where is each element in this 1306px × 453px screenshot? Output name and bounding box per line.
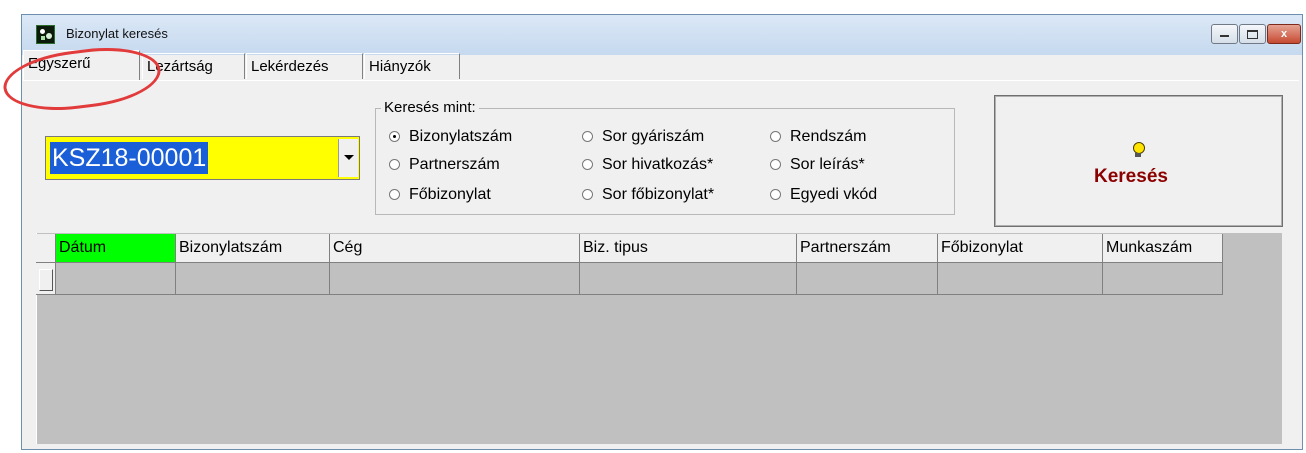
search-button[interactable] bbox=[994, 95, 1283, 227]
row-indicator[interactable] bbox=[36, 263, 56, 295]
table-cell[interactable] bbox=[330, 263, 580, 295]
tab-lezartsag[interactable]: Lezártság bbox=[142, 53, 245, 79]
lightbulb-base bbox=[1135, 153, 1141, 157]
table-cell[interactable] bbox=[176, 263, 330, 295]
column-header-partnerszam[interactable]: Partnerszám bbox=[797, 234, 938, 263]
column-header-ceg[interactable]: Cég bbox=[330, 234, 580, 263]
table-cell[interactable] bbox=[938, 263, 1103, 295]
maximize-icon bbox=[1247, 30, 1258, 39]
radio-icon bbox=[389, 189, 400, 200]
radio-fobizonylat[interactable]: Főbizonylat bbox=[389, 185, 491, 205]
radio-selected-icon bbox=[389, 131, 400, 142]
combo-dropdown-button[interactable] bbox=[338, 139, 358, 177]
radio-rendszam[interactable]: Rendszám bbox=[770, 127, 866, 147]
radio-icon bbox=[770, 159, 781, 170]
table-cell[interactable] bbox=[1103, 263, 1223, 295]
tab-hianyzok[interactable]: Hiányzók bbox=[364, 53, 460, 79]
radio-label: Partnerszám bbox=[409, 156, 500, 173]
grid-corner bbox=[36, 234, 56, 263]
title-bar[interactable]: Bizonylat keresés x bbox=[22, 15, 1302, 55]
tab-lekerdezes[interactable]: Lekérdezés bbox=[246, 53, 363, 79]
radio-label: Sor leírás* bbox=[790, 156, 865, 173]
radio-egyedi-vkod[interactable]: Egyedi vkód bbox=[770, 185, 877, 205]
radio-label: Bizonylatszám bbox=[409, 128, 513, 145]
radio-sor-gyariszam[interactable]: Sor gyáriszám bbox=[582, 127, 704, 147]
radio-sor-hivatkozas[interactable]: Sor hivatkozás* bbox=[582, 155, 713, 175]
close-button[interactable]: x bbox=[1267, 24, 1301, 44]
radio-icon bbox=[582, 189, 593, 200]
radio-bizonylatszam[interactable]: Bizonylatszám bbox=[389, 127, 512, 147]
radio-icon bbox=[582, 159, 593, 170]
radio-icon bbox=[389, 159, 400, 170]
radio-partnerszam[interactable]: Partnerszám bbox=[389, 155, 500, 175]
chevron-down-icon bbox=[344, 155, 354, 160]
column-header-bizonylatszam[interactable]: Bizonylatszám bbox=[176, 234, 330, 263]
search-button-label[interactable]: Keresés bbox=[1094, 166, 1168, 188]
minimize-button[interactable] bbox=[1211, 24, 1238, 44]
maximize-button[interactable] bbox=[1239, 24, 1266, 44]
table-cell[interactable] bbox=[797, 263, 938, 295]
radio-sor-leiras[interactable]: Sor leírás* bbox=[770, 155, 865, 175]
tab-strip-line bbox=[23, 80, 1299, 81]
column-header-datum[interactable]: Dátum bbox=[56, 234, 176, 263]
radio-label: Sor gyáriszám bbox=[602, 128, 705, 145]
radio-label: Főbizonylat bbox=[409, 186, 491, 203]
table-cell[interactable] bbox=[56, 263, 176, 295]
window-title: Bizonylat keresés bbox=[66, 26, 168, 41]
app-icon bbox=[36, 25, 55, 44]
column-header-biz-tipus[interactable]: Biz. tipus bbox=[580, 234, 797, 263]
document-number-value[interactable]: KSZ18-00001 bbox=[50, 142, 209, 174]
tab-egyszeru[interactable]: Egyszerű bbox=[23, 50, 140, 80]
minimize-icon bbox=[1220, 35, 1229, 37]
table-cell[interactable] bbox=[580, 263, 797, 295]
close-icon: x bbox=[1280, 28, 1288, 40]
radio-label: Rendszám bbox=[790, 128, 867, 145]
radio-icon bbox=[770, 131, 781, 142]
search-as-legend: Keresés mint: bbox=[381, 99, 479, 116]
document-number-combo[interactable]: KSZ18-00001 bbox=[45, 136, 360, 180]
radio-icon bbox=[770, 189, 781, 200]
column-header-fobizonylat[interactable]: Főbizonylat bbox=[938, 234, 1103, 263]
radio-sor-fobizonylat[interactable]: Sor főbizonylat* bbox=[582, 185, 714, 205]
radio-icon bbox=[582, 131, 593, 142]
radio-label: Sor hivatkozás* bbox=[602, 156, 714, 173]
column-header-munkaszam[interactable]: Munkaszám bbox=[1103, 234, 1223, 263]
radio-label: Egyedi vkód bbox=[790, 186, 878, 203]
radio-label: Sor főbizonylat* bbox=[602, 186, 715, 203]
